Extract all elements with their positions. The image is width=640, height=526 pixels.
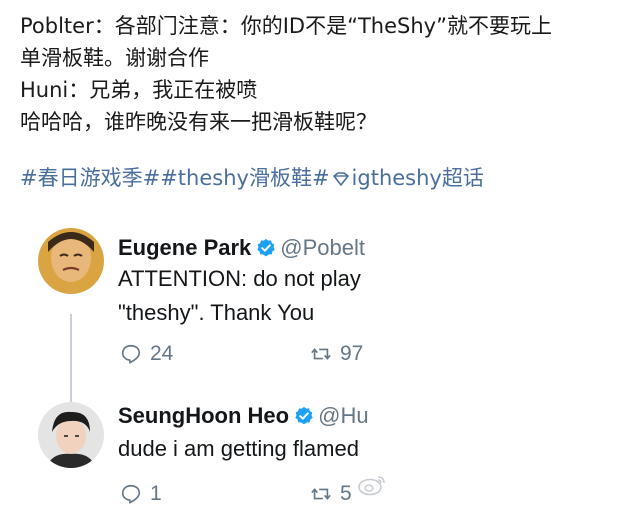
post-line-1: Poblter：各部门注意：你的ID不是“TheShy”就不要玩上 (20, 14, 552, 38)
tweet-1-retweet-button[interactable]: 97 (310, 342, 363, 366)
tweet-1-retweet-count: 97 (340, 342, 364, 365)
super-topic-icon (332, 172, 349, 186)
avatar-seunghoon-heo[interactable] (38, 402, 104, 468)
thread-line (70, 314, 72, 404)
tweet-1-author-name[interactable]: Eugene Park (118, 235, 251, 260)
tweet-2-text-line-1: dude i am getting flamed (118, 436, 359, 461)
post-text: Poblter：各部门注意：你的ID不是“TheShy”就不要玩上 单滑板鞋。谢… (20, 10, 630, 194)
hashtag-spring-game[interactable]: #春日游戏季# (20, 166, 160, 190)
tweet-1-header: Eugene Park @Pobelt (118, 234, 365, 262)
tweet-1-reply-button[interactable]: 24 (120, 342, 173, 366)
tweet-2-retweet-button[interactable]: 5 (310, 482, 352, 506)
reply-icon (121, 484, 141, 504)
verified-badge-icon (257, 238, 275, 257)
tweet-2-retweet-count: 5 (340, 482, 352, 505)
tweet-1-text-line-1: ATTENTION: do not play (118, 266, 361, 291)
tweet-2-reply-count: 1 (150, 482, 162, 505)
embedded-tweet-screenshot: Eugene Park @Pobelt ATTENTION: do not pl… (20, 222, 640, 526)
hashtag-theshy-skateboard[interactable]: #theshy滑板鞋# (160, 166, 329, 190)
avatar-eugene-park[interactable] (38, 228, 104, 294)
weibo-watermark-icon (358, 476, 385, 496)
tweet-1-text: ATTENTION: do not play "theshy". Thank Y… (118, 262, 361, 330)
crop-fade (596, 222, 640, 526)
reply-icon (121, 344, 141, 364)
post-line-2: 单滑板鞋。谢谢合作 (20, 46, 209, 70)
tweet-2-reply-button[interactable]: 1 (120, 482, 162, 506)
post-line-4: 哈哈哈，谁昨晚没有来一把滑板鞋呢？ (20, 110, 377, 134)
super-topic-igtheshy[interactable]: igtheshy超话 (352, 166, 484, 190)
tweet-2-text: dude i am getting flamed (118, 432, 359, 466)
verified-badge-icon (295, 406, 313, 425)
post-line-3: Huni：兄弟，我正在被喷 (20, 78, 258, 102)
tweet-2-handle[interactable]: @Hu (318, 403, 368, 428)
retweet-icon (311, 348, 331, 360)
tweet-2-header: SeungHoon Heo @Hu (118, 402, 369, 430)
tweet-1-reply-count: 24 (150, 342, 174, 365)
tweet-1-text-line-2: "theshy". Thank You (118, 300, 315, 325)
tweet-1-handle[interactable]: @Pobelt (280, 235, 365, 260)
tweet-2-author-name[interactable]: SeungHoon Heo (118, 403, 289, 428)
hashtag-row: #春日游戏季##theshy滑板鞋# igtheshy超话 (20, 162, 630, 194)
retweet-icon (311, 488, 331, 500)
